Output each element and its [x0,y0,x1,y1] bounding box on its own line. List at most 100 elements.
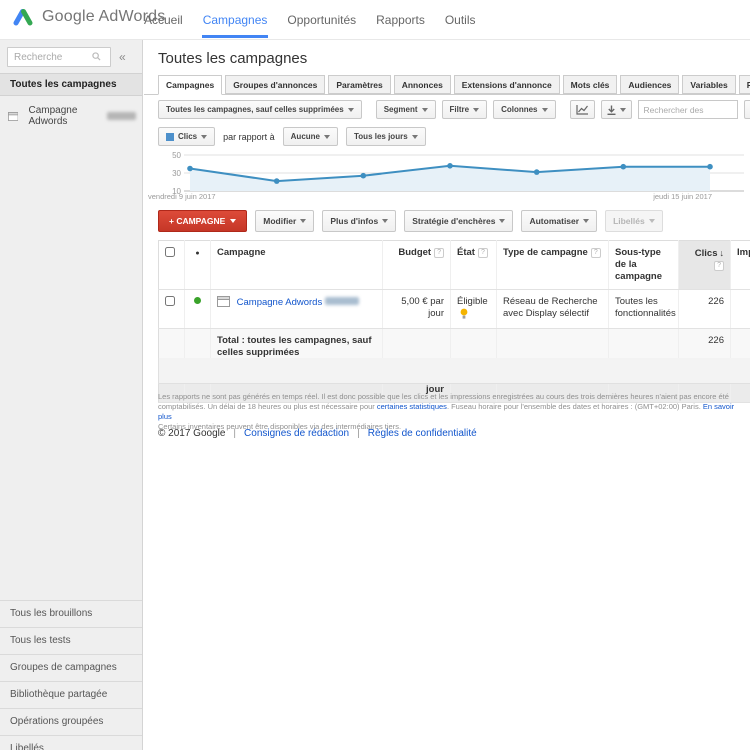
chart-toggle-button[interactable] [569,100,595,119]
filter-button[interactable]: Filtre [441,100,488,119]
sidebar-item-operations[interactable]: Opérations groupées [0,708,142,735]
status-enabled-icon [194,297,201,304]
compare-bar: Clics par rapport à Aucune Tous les jour… [158,127,426,146]
bid-strategy-button[interactable]: Stratégie d'enchères [404,210,514,232]
table-footer-band [158,358,750,384]
columns-button[interactable]: Colonnes [493,100,556,119]
report-disclaimer: Les rapports ne sont pas générés en temp… [158,392,736,432]
table-header-row: ● Campagne Budget? État? Type de campagn… [158,240,750,290]
metric-button[interactable]: Clics [158,127,216,146]
help-icon[interactable]: ? [477,248,488,258]
header-etat[interactable]: État? [450,240,497,290]
clicks-cell: 226 [678,289,731,329]
row-status-cell[interactable] [184,289,211,329]
caret-down-icon [324,134,330,139]
sort-desc-icon: ↓ [719,248,725,258]
compare-metric-button[interactable]: Aucune [282,127,338,146]
sidebar-item-bibliotheque[interactable]: Bibliothèque partagée [0,681,142,708]
caret-down-icon [499,219,506,223]
disclaimer-text: . Fuseau horaire pour l'ensemble des dat… [446,402,703,411]
sidebar-item-brouillons[interactable]: Tous les brouillons [0,600,142,627]
sidebar-item-campaign[interactable]: Campagne Adwords [0,96,142,136]
header-status-dot: ● [184,240,211,290]
caret-down-icon [619,107,626,112]
nav-opportunites[interactable]: Opportunités [286,0,357,40]
tab-groupes-annonces[interactable]: Groupes d'annonces [225,75,326,94]
status-text: Éligible [457,296,488,307]
edit-button[interactable]: Modifier [255,210,315,232]
help-icon[interactable]: ? [434,248,444,258]
svg-text:50: 50 [172,151,181,160]
details-label: Plus d'infos [330,216,379,226]
header-type[interactable]: Type de campagne? [496,240,609,290]
header-campagne-label: Campagne [217,247,266,258]
header-budget[interactable]: Budget? [382,240,451,290]
caret-down-icon [300,219,307,223]
automate-button[interactable]: Automatiser [521,210,598,232]
tab-mots-cles[interactable]: Mots clés [562,75,618,94]
privacy-link[interactable]: Règles de confidentialité [368,428,477,439]
nav-campagnes[interactable]: Campagnes [201,0,269,40]
search-icon [92,52,101,61]
header-clics-label: Clics [694,248,718,259]
bid-strategy-label: Stratégie d'enchères [412,216,496,226]
campaign-name-cell: Campagne Adwords [210,289,383,329]
page-title: Toutes les campagnes [158,50,308,67]
row-checkbox[interactable] [165,296,175,306]
nav-accueil[interactable]: Accueil [143,0,184,40]
campaign-window-icon [8,111,19,121]
caret-down-icon [473,107,480,112]
filter-label: Filtre [449,105,470,114]
redacted-text [107,112,136,120]
header-clics[interactable]: Clics ↓ ? [678,240,731,290]
search-button[interactable] [743,100,750,119]
separator: | [233,428,237,439]
top-header: Google AdWords Accueil Campagnes Opportu… [0,0,750,40]
editorial-guidelines-link[interactable]: Consignes de rédaction [244,428,349,439]
caret-down-icon [347,107,354,112]
details-button[interactable]: Plus d'infos [322,210,397,232]
scope-filter-label: Toutes les campagnes, sauf celles suppri… [166,105,344,114]
download-button[interactable] [600,100,632,119]
sidebar-item-groupes-campagnes[interactable]: Groupes de campagnes [0,654,142,681]
help-icon[interactable]: ? [590,248,601,258]
sidebar-item-tests[interactable]: Tous les tests [0,627,142,654]
tab-variables[interactable]: Variables [682,75,736,94]
chart-end-date: jeudi 15 juin 2017 [653,192,712,201]
tab-campagnes[interactable]: Campagnes [158,75,223,95]
labels-label: Libellés [613,216,645,226]
sidebar-item-all-campaigns[interactable]: Toutes les campagnes [0,73,142,96]
compare-vs-label: par rapport à [223,131,275,142]
sidebar-item-libelles[interactable]: Libellés [0,735,142,750]
type-cell: Réseau de Recherche avec Display sélecti… [496,289,609,329]
campaign-link[interactable]: Campagne Adwords [237,297,323,308]
select-all-checkbox[interactable] [165,247,175,257]
scope-filter-button[interactable]: Toutes les campagnes, sauf celles suppri… [158,100,362,119]
bulb-icon[interactable] [460,308,468,319]
tab-strip: Campagnes Groupes d'annonces Paramètres … [144,75,750,95]
sidebar-collapse-icon[interactable]: « [119,50,126,64]
tab-reseau-display[interactable]: Réseau Display [738,75,750,94]
segment-button[interactable]: Segment [375,100,436,119]
footer-bar: © 2017 Google | Consignes de rédaction |… [158,428,477,439]
metric-label: Clics [178,132,198,141]
nav-outils[interactable]: Outils [444,0,477,40]
nav-rapports[interactable]: Rapports [375,0,426,40]
help-icon[interactable]: ? [714,261,724,271]
budget-cell[interactable]: 5,00 € par jour [382,289,451,329]
new-campaign-button[interactable]: + CAMPAGNE [158,210,248,232]
header-impressions[interactable]: Impr. [730,240,750,290]
stats-link[interactable]: certaines statistiques [377,402,447,411]
date-range-label: Tous les jours [354,132,408,141]
status-cell: Éligible [450,289,497,329]
tab-parametres[interactable]: Paramètres [328,75,391,94]
table-search-input[interactable] [637,100,738,119]
impressions-cell [730,289,750,329]
header-campagne[interactable]: Campagne [210,240,383,290]
actions-bar: + CAMPAGNE Modifier Plus d'infos Stratég… [158,210,663,232]
date-range-button[interactable]: Tous les jours [346,127,426,146]
tab-audiences[interactable]: Audiences [620,75,680,94]
tab-extensions[interactable]: Extensions d'annonce [453,75,560,94]
header-sous-type[interactable]: Sous-type de la campagne [608,240,679,290]
tab-annonces[interactable]: Annonces [393,75,451,94]
